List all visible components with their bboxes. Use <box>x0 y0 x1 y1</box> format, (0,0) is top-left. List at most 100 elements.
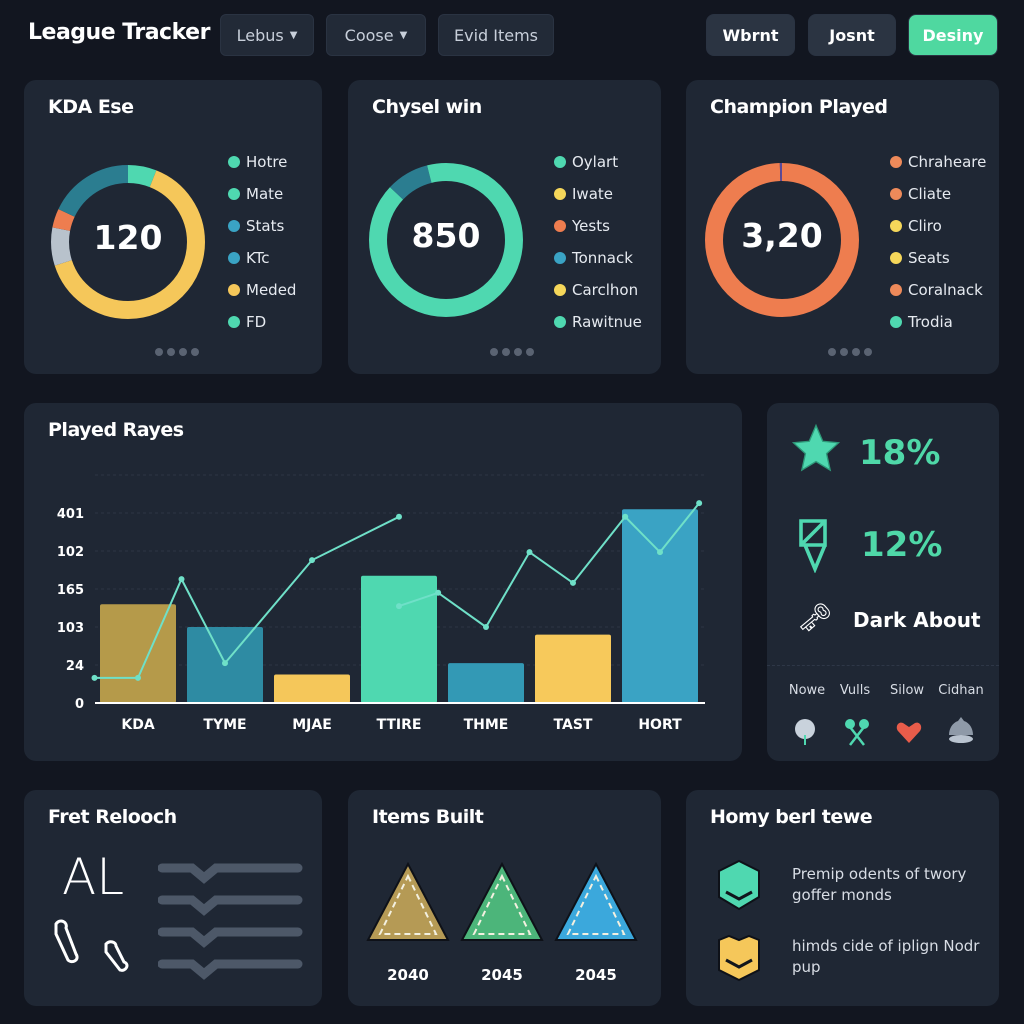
bar-thme[interactable] <box>448 663 524 703</box>
donut-value: 120 <box>93 218 163 257</box>
line-point[interactable] <box>309 557 315 564</box>
pager[interactable] <box>155 348 199 356</box>
x-tick-label: TYME <box>203 717 246 733</box>
item-value: 2045 <box>481 966 523 984</box>
legend-item[interactable]: KTc <box>228 248 296 268</box>
y-tick-label: 401 <box>57 507 84 522</box>
filter-button[interactable]: Evid Items <box>438 14 554 56</box>
feature-label: Dark About <box>853 608 981 632</box>
legend-item[interactable]: Chraheare <box>890 152 986 172</box>
legend-item[interactable]: Hotre <box>228 152 296 172</box>
side-stats-card: 18% 12% 🗝 Dark About Nowe Vulls Silow Ci… <box>767 403 999 761</box>
line-point[interactable] <box>570 579 576 586</box>
line-point[interactable] <box>222 660 228 667</box>
legend-label: Iwate <box>572 185 613 203</box>
bar-tast[interactable] <box>535 634 611 703</box>
legend-item[interactable]: Trodia <box>890 312 986 332</box>
legend-item[interactable]: Cliro <box>890 216 986 236</box>
item-value: 2040 <box>387 966 429 984</box>
legend: Chraheare Cliate Cliro Seats Coralnack Trodia <box>890 152 986 332</box>
donut-value: 3,20 <box>741 216 823 255</box>
mini-label: Vulls <box>839 683 871 698</box>
legend-item[interactable]: Seats <box>890 248 986 268</box>
legend-item[interactable]: Stats <box>228 216 296 236</box>
x-tick-label: TAST <box>554 717 593 733</box>
legend-dot <box>554 316 566 328</box>
legend: Hotre Mate Stats KTc Meded FD <box>228 152 296 332</box>
line-point[interactable] <box>483 624 489 630</box>
legend-dot <box>554 220 566 232</box>
legend-item[interactable]: Rawitnue <box>554 312 642 332</box>
card-title: Items Built <box>372 806 484 828</box>
line-point[interactable] <box>396 603 402 610</box>
pager[interactable] <box>828 348 872 356</box>
action-button-josnt[interactable]: Josnt <box>808 14 896 56</box>
crossed-icon[interactable] <box>843 717 871 747</box>
app-title: League Tracker <box>28 20 210 45</box>
legend-item[interactable]: FD <box>228 312 296 332</box>
legend-label: KTc <box>246 249 270 267</box>
legend-item[interactable]: Carclhon <box>554 280 642 300</box>
caret-down-icon: ▼ <box>399 29 408 41</box>
item-triangle-icon[interactable] <box>364 860 452 952</box>
bar-mjae[interactable] <box>274 674 350 704</box>
legend-label: Stats <box>246 217 285 235</box>
dropdown-lebus[interactable]: Lebus ▼ <box>220 14 314 56</box>
y-tick-label: 103 <box>57 621 84 636</box>
legend-item[interactable]: Yests <box>554 216 642 236</box>
line-point[interactable] <box>135 674 141 681</box>
stat-value: 18% <box>859 433 941 473</box>
legend-item[interactable]: Mate <box>228 184 296 204</box>
legend-dot <box>890 284 902 296</box>
pager[interactable] <box>490 348 534 356</box>
bar-ttire[interactable] <box>361 575 437 703</box>
card-title: Fret Relooch <box>48 806 177 828</box>
line-point[interactable] <box>526 549 533 556</box>
line-point[interactable] <box>396 513 402 520</box>
legend-item[interactable]: Tonnack <box>554 248 642 268</box>
tree-icon[interactable] <box>791 717 819 747</box>
legend-item[interactable]: Coralnack <box>890 280 986 300</box>
x-tick-label: KDA <box>121 717 154 733</box>
legend-item[interactable]: Iwate <box>554 184 642 204</box>
y-tick-label: 102 <box>57 545 84 560</box>
line-point[interactable] <box>696 500 703 507</box>
card-title: Chysel win <box>372 96 482 118</box>
legend-dot <box>890 316 902 328</box>
ward-icon <box>799 519 827 573</box>
bar-hort[interactable] <box>622 509 698 703</box>
caret-down-icon: ▼ <box>289 29 298 41</box>
legend-item[interactable]: Meded <box>228 280 296 300</box>
legend-label: Hotre <box>246 153 288 171</box>
items-card: Items Built 2040 2045 2045 <box>348 790 661 1006</box>
card-title: KDA Ese <box>48 96 134 118</box>
item-triangle-icon[interactable] <box>552 860 640 952</box>
legend-dot <box>228 156 240 168</box>
y-tick-label: 0 <box>75 697 84 712</box>
rune-slider-lines[interactable] <box>158 860 304 980</box>
legend-dot <box>228 220 240 232</box>
win-card: Chysel win 850 Oylart Iwate Yests Tonnack Ca… <box>348 80 661 374</box>
line-point[interactable] <box>435 589 442 596</box>
legend-dot <box>228 188 240 200</box>
dropdown-coose[interactable]: Coose ▼ <box>326 14 426 56</box>
line-point[interactable] <box>91 674 98 681</box>
action-button-desiny[interactable]: Desiny <box>908 14 998 56</box>
heart-icon[interactable] <box>895 719 923 745</box>
legend-item[interactable]: Oylart <box>554 152 642 172</box>
legend-label: Trodia <box>908 313 953 331</box>
line-point[interactable] <box>622 513 629 520</box>
card-title: Champion Played <box>710 96 888 118</box>
legend-label: Oylart <box>572 153 619 171</box>
legend-label: Rawitnue <box>572 313 642 331</box>
legend-item[interactable]: Cliate <box>890 184 986 204</box>
item-triangle-icon[interactable] <box>458 860 546 952</box>
line-point[interactable] <box>178 576 185 583</box>
legend-dot <box>554 156 566 168</box>
action-button-wbrnt[interactable]: Wbrnt <box>706 14 795 56</box>
bell-icon[interactable] <box>947 715 975 745</box>
dropdown-label: Lebus <box>236 25 284 45</box>
y-tick-label: 165 <box>57 583 84 598</box>
emblem-icon <box>718 934 760 982</box>
line-point[interactable] <box>657 549 663 556</box>
